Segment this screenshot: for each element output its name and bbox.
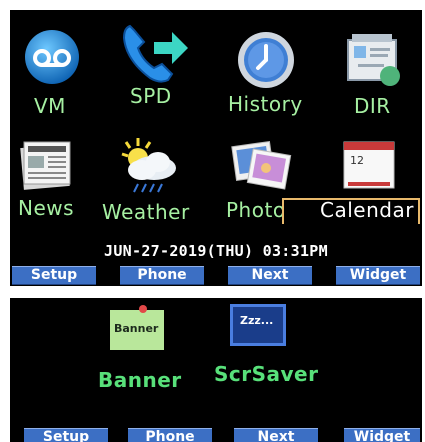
directory-icon (347, 34, 400, 86)
app-label-vm: VM (34, 94, 66, 118)
news-icon (20, 141, 71, 190)
app-label-calendar: Calendar (320, 198, 414, 222)
idle-screen-widgets: Banner Banner Zzz... ScrSaver Setup Phon… (10, 298, 422, 442)
app-label-weather: Weather (102, 200, 190, 224)
app-label-scrsaver: ScrSaver (214, 362, 319, 386)
calendar-icon (343, 141, 395, 189)
banner-pin-icon (139, 305, 147, 313)
idle-screen-main: VM SPD History DIR News Weather Photo 12… (10, 10, 422, 286)
app-label-dir: DIR (354, 94, 391, 118)
screensaver-icon-text: Zzz... (240, 314, 274, 327)
history-clock-icon (238, 32, 294, 88)
softkey-phone[interactable]: Phone (128, 428, 212, 442)
datetime-status: JUN-27-2019(THU) 03:31PM (104, 242, 328, 260)
calendar-icon-day: 12 (350, 154, 364, 167)
softkey-next[interactable]: Next (228, 266, 312, 285)
app-label-banner: Banner (98, 368, 182, 392)
banner-icon-text: Banner (114, 322, 159, 335)
softkey-phone[interactable]: Phone (120, 266, 204, 285)
voicemail-icon (25, 30, 79, 84)
app-label-news: News (18, 196, 75, 220)
speed-dial-icon (122, 24, 188, 83)
softkey-next[interactable]: Next (234, 428, 318, 442)
weather-icon (121, 138, 176, 193)
app-label-spd: SPD (130, 84, 172, 108)
softkey-widget[interactable]: Widget (336, 266, 420, 285)
softkey-setup[interactable]: Setup (24, 428, 108, 442)
app-label-photo: Photo (226, 198, 286, 222)
softkey-setup[interactable]: Setup (12, 266, 96, 285)
softkey-widget[interactable]: Widget (344, 428, 420, 442)
app-label-history: History (228, 92, 303, 116)
photo-icon (231, 140, 292, 190)
